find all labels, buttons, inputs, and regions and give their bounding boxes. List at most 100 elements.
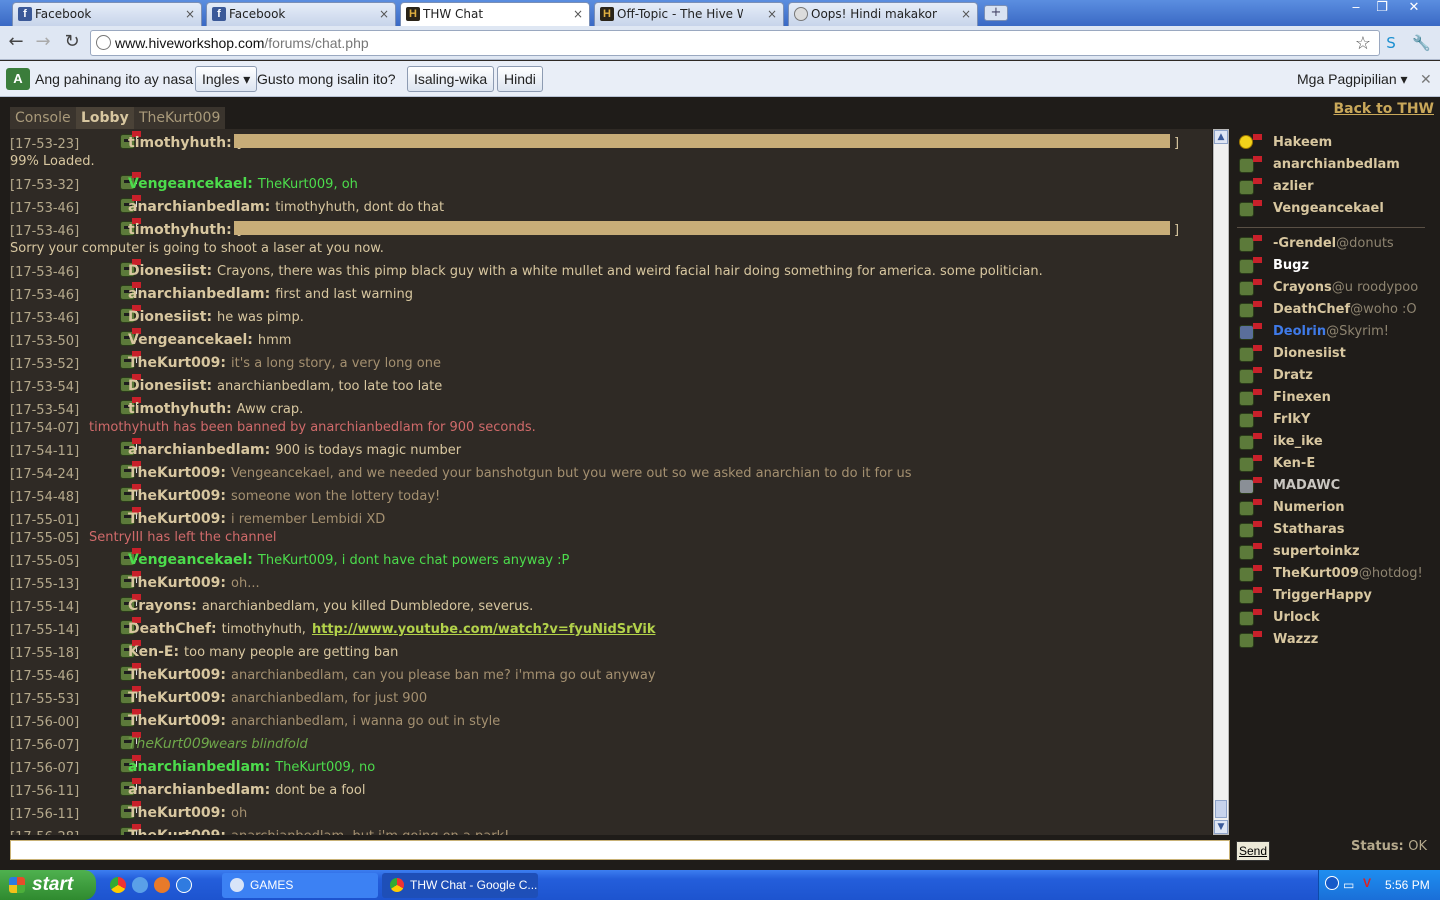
message-text: Vengeancekael, and we needed your bansho… — [231, 466, 912, 481]
user-list-item[interactable]: Hakeem — [1233, 133, 1433, 153]
url-path: /forums/chat.php — [264, 35, 369, 51]
close-icon[interactable]: × — [961, 3, 971, 25]
tab-private-thekurt009[interactable]: TheKurt009 [x] — [134, 107, 226, 148]
close-icon[interactable]: × — [573, 3, 583, 25]
tab-facebook-2[interactable]: f Facebook × — [206, 2, 396, 26]
task-games[interactable]: GAMES — [222, 873, 378, 898]
user-list-item[interactable]: Numerion — [1233, 498, 1433, 518]
close-icon[interactable]: × — [379, 3, 389, 25]
message-author: anarchianbedlam: — [128, 782, 271, 798]
user-name: Ken-E — [1273, 456, 1316, 471]
message-author: TheKurt009: — [128, 511, 226, 527]
user-list-item[interactable]: Crayons@u roodypoo — [1233, 278, 1433, 298]
new-tab-button[interactable]: + — [984, 5, 1008, 21]
tab-oops[interactable]: Oops! Hindi makakonekta ang × — [788, 2, 978, 26]
message-text: wears blindfold — [208, 737, 308, 752]
message-text: 900 is todays magic number — [275, 443, 462, 458]
windows-logo-icon — [9, 877, 25, 893]
chat-message-row: [17-54-07] timothyhuth has been banned by… — [10, 418, 1212, 436]
reload-icon[interactable]: ↻ — [61, 32, 83, 54]
message-text: oh — [231, 806, 248, 821]
message-text: he was pimp. — [217, 310, 304, 325]
message-text: oh... — [231, 576, 260, 591]
firefox-icon[interactable] — [154, 877, 170, 893]
steam-icon[interactable] — [176, 877, 192, 893]
message-timestamp: [17-55-05] — [10, 531, 80, 546]
user-list-item[interactable]: DeathChef@woho :O — [1233, 300, 1433, 320]
orc-avatar-icon — [1237, 498, 1265, 518]
tab-off-topic[interactable]: H Off-Topic - The Hive Worksho × — [594, 2, 784, 26]
message-continuation: 99% Loaded. — [10, 154, 95, 169]
user-list-item[interactable]: Vengeancekael — [1233, 199, 1433, 219]
user-list-item[interactable]: Dionesiist — [1233, 344, 1433, 364]
message-link[interactable]: http://www.youtube.com/watch?v=fyuNidSrV… — [312, 622, 656, 637]
user-list-item[interactable]: Bugz — [1233, 256, 1433, 276]
send-button[interactable]: Send — [1236, 841, 1271, 861]
user-list-item[interactable]: Wazzz — [1233, 630, 1433, 650]
forward-arrow-icon[interactable]: → — [32, 32, 54, 54]
user-list-item[interactable]: Finexen — [1233, 388, 1433, 408]
antivirus-icon[interactable]: V — [1363, 876, 1371, 890]
user-list-item[interactable]: TheKurt009@hotdog! — [1233, 564, 1433, 584]
user-list-item[interactable]: -Grendel@donuts — [1233, 234, 1433, 254]
restore-icon[interactable]: ❐ — [1368, 0, 1396, 18]
network-icon[interactable]: ▭ — [1343, 878, 1354, 892]
scroll-thumb[interactable] — [1215, 800, 1227, 818]
close-icon[interactable]: × — [767, 3, 777, 25]
user-list-item[interactable]: azlier — [1233, 177, 1433, 197]
language-select[interactable]: Ingles ▾ — [195, 66, 258, 92]
translate-icon: A — [6, 68, 30, 90]
user-list-item[interactable]: Ken-E — [1233, 454, 1433, 474]
skype-icon[interactable]: S — [1382, 34, 1400, 52]
minimize-icon[interactable]: ‒ — [1342, 0, 1370, 18]
tab-lobby[interactable]: Lobby — [76, 107, 134, 129]
user-list-item[interactable]: Deolrin@Skyrim! — [1233, 322, 1433, 342]
smiley-icon — [1237, 133, 1265, 153]
tab-facebook-1[interactable]: f Facebook × — [12, 2, 202, 26]
close-icon[interactable]: × — [185, 3, 195, 25]
chat-message-row: [17-53-46]timothyhuth:[] — [10, 216, 1212, 239]
user-list-item[interactable]: FrIkY — [1233, 410, 1433, 430]
input-bar: Send Status: OK — [0, 835, 1440, 870]
scroll-up-arrow-icon[interactable]: ▲ — [1214, 130, 1228, 144]
orc-avatar-icon — [1237, 300, 1265, 320]
task-thw-chat[interactable]: THW Chat - Google C... — [382, 873, 538, 898]
chat-message-row: [17-53-46] anarchianbedlam: first and last… — [10, 280, 1212, 303]
user-list-item[interactable]: MADAWC — [1233, 476, 1433, 496]
chat-message-row: [17-55-14] Crayons: anarchianbedlam, you k… — [10, 592, 1212, 615]
address-bar[interactable]: www.hiveworkshop.com/forums/chat.php ☆ — [90, 30, 1380, 56]
message-author: timothyhuth: — [128, 135, 232, 151]
start-button[interactable]: start — [0, 870, 96, 900]
chat-scrollbar[interactable]: ▲ ▼ — [1213, 129, 1229, 835]
message-timestamp: [17-53-32] — [10, 178, 80, 193]
internet-explorer-icon[interactable] — [132, 877, 148, 893]
user-list-item[interactable]: Urlock — [1233, 608, 1433, 628]
close-window-icon[interactable]: ✕ — [1400, 0, 1428, 18]
message-text: first and last warning — [275, 287, 413, 302]
user-list-item[interactable]: ike_ike — [1233, 432, 1433, 452]
translate-button[interactable]: Isaling-wika — [407, 66, 495, 92]
user-list-item[interactable]: Statharas — [1233, 520, 1433, 540]
user-list-item[interactable]: Dratz — [1233, 366, 1433, 386]
close-infobar-icon[interactable]: ✕ — [1420, 71, 1432, 88]
chat-message-row: [17-56-00] TheKurt009: anarchianbedlam, i … — [10, 707, 1212, 730]
user-status: @u roodypoo — [1331, 280, 1419, 295]
translate-options[interactable]: Mga Pagpipilian ▾ — [1297, 71, 1408, 88]
chat-message-input[interactable] — [10, 840, 1230, 860]
message-text: someone won the lottery today! — [231, 489, 441, 504]
scroll-down-arrow-icon[interactable]: ▼ — [1214, 820, 1228, 834]
no-translate-button[interactable]: Hindi — [497, 66, 543, 92]
bookmark-star-icon[interactable]: ☆ — [1355, 31, 1371, 55]
user-list-item[interactable]: TriggerHappy — [1233, 586, 1433, 606]
tab-thw-chat[interactable]: H THW Chat × — [400, 2, 590, 26]
chrome-icon[interactable] — [110, 877, 126, 893]
user-list-item[interactable]: supertoinkz — [1233, 542, 1433, 562]
back-arrow-icon[interactable]: ← — [5, 32, 27, 54]
wrench-icon[interactable]: 🔧 — [1412, 34, 1431, 52]
tray-arrow-icon[interactable] — [1325, 876, 1339, 890]
message-author: TheKurt009: — [128, 667, 226, 683]
facebook-icon: f — [212, 7, 226, 21]
user-list-item[interactable]: anarchianbedlam — [1233, 155, 1433, 175]
back-to-thw-link[interactable]: Back to THW — [1334, 101, 1435, 117]
tab-console[interactable]: Console — [10, 107, 76, 129]
